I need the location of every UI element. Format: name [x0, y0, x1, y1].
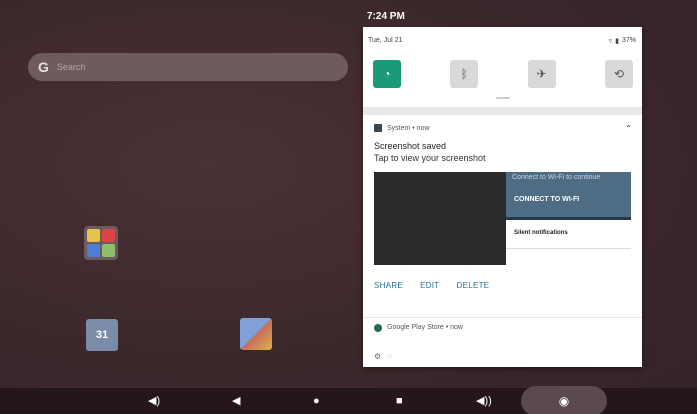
recents-icon[interactable]: ■ — [396, 396, 403, 407]
preview-divider — [506, 248, 631, 249]
share-button[interactable]: SHARE — [374, 281, 403, 290]
airplane-icon: ✈ — [536, 67, 547, 81]
bluetooth-tile[interactable]: ᛒ — [450, 60, 479, 88]
bluetooth-icon: ᛒ — [460, 67, 468, 81]
preview-wifi-prompt: Connect to Wi-Fi to continue — [512, 174, 601, 181]
calendar-app-icon[interactable]: 31 — [86, 319, 118, 351]
notification-actions: SHARE EDIT DELETE — [374, 281, 632, 290]
photos-app-icon[interactable] — [240, 318, 272, 350]
auto-rotate-tile[interactable]: ⟲ — [604, 60, 633, 88]
wifi-tile[interactable]: ◔ — [373, 60, 401, 88]
google-logo-icon: G — [38, 59, 49, 75]
notification-header: System • now ⌃ — [374, 121, 632, 135]
screenshot-preview[interactable]: Connect to Wi-Fi to continue CONNECT TO … — [374, 172, 631, 265]
search-bar[interactable]: G Search — [28, 53, 348, 81]
settings-gear-icon[interactable]: ⚙ — [374, 352, 381, 361]
screenshot-notification[interactable]: System • now ⌃ Screenshot saved Tap to v… — [363, 115, 642, 290]
back-icon[interactable]: ◀ — [232, 396, 240, 407]
qs-status-icons: ▿ ▮ 37% — [609, 37, 636, 45]
play-store-icon — [374, 323, 382, 332]
preview-underline — [506, 217, 631, 220]
wifi-icon: ◔ — [383, 67, 391, 81]
qs-date: Tue, Jul 21 — [368, 37, 403, 44]
folder-app-icon — [102, 229, 115, 242]
collapse-icon[interactable]: ⌃ — [625, 124, 632, 133]
notification-shade: Tue, Jul 21 ▿ ▮ 37% ◔ ᛒ ✈ ⟲ System • now… — [363, 27, 642, 367]
preview-silent-label: Silent notifications — [514, 230, 568, 236]
quick-settings-tiles: ◔ ᛒ ✈ ⟲ — [363, 60, 642, 88]
folder-app-icon — [87, 229, 100, 242]
search-placeholder: Search — [56, 62, 86, 72]
quick-settings-header: Tue, Jul 21 ▿ ▮ 37% — [363, 27, 642, 54]
divider — [363, 107, 642, 115]
folder-app-icon — [87, 244, 100, 257]
preview-wifi-card: Connect to Wi-Fi to continue CONNECT TO … — [506, 172, 631, 220]
notification-title: Screenshot saved — [374, 141, 447, 151]
wifi-status-icon: ▿ — [608, 37, 613, 45]
camera-icon: ◉ — [558, 394, 570, 408]
notification-text: Tap to view your screenshot — [374, 153, 486, 163]
app-folder[interactable] — [84, 226, 118, 260]
delete-button[interactable]: DELETE — [457, 281, 490, 290]
volume-up-icon[interactable]: ◀)) — [476, 396, 492, 407]
play-store-app: Google Play Store • now — [387, 324, 463, 331]
edit-button[interactable]: EDIT — [420, 281, 439, 290]
home-icon[interactable]: ● — [313, 396, 320, 407]
preview-dark-area — [374, 172, 506, 265]
preview-right: Connect to Wi-Fi to continue CONNECT TO … — [506, 172, 631, 265]
folder-app-icon — [102, 244, 115, 257]
battery-icon: ▮ — [615, 37, 619, 45]
volume-down-icon[interactable]: ◀) — [148, 396, 160, 407]
airplane-tile[interactable]: ✈ — [527, 60, 556, 88]
battery-percent: 37% — [621, 37, 636, 44]
notification-app: System • now — [387, 124, 430, 132]
preview-wifi-button: CONNECT TO WI-FI — [514, 196, 580, 203]
screenshot-button[interactable]: ◉ — [521, 386, 607, 414]
play-store-notification[interactable]: Google Play Store • now — [363, 317, 642, 337]
auto-rotate-icon: ⟲ — [613, 67, 625, 81]
snooze-icon[interactable]: ◌ — [387, 352, 392, 361]
notification-footer: ⚙ ◌ — [363, 345, 642, 367]
status-time: 7:24 PM — [367, 11, 405, 22]
screenshot-app-icon — [374, 124, 382, 132]
expand-handle[interactable] — [495, 97, 510, 99]
